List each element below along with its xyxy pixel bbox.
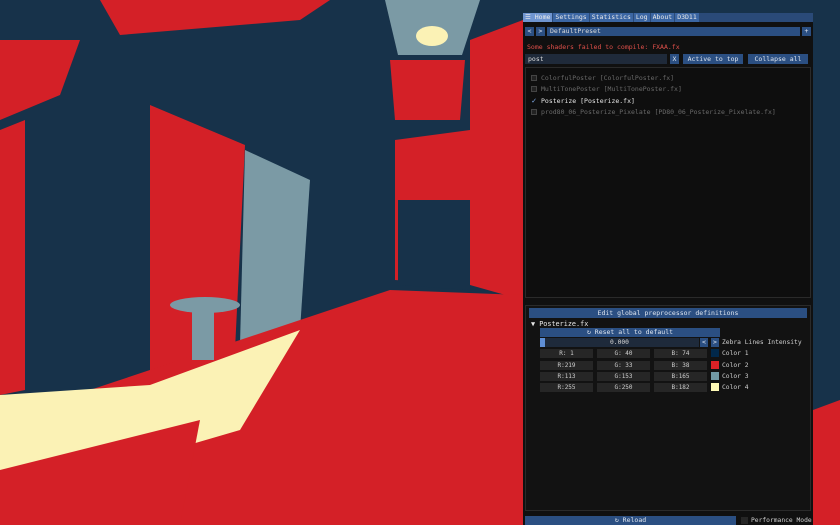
tab-label: Settings: [555, 13, 587, 21]
slider-label: Zebra Lines Intensity: [722, 339, 802, 346]
color-g-field[interactable]: G: 33: [597, 361, 650, 370]
effect-list: ColorfulPoster [ColorfulPoster.fx] Multi…: [525, 67, 811, 298]
tab-label: D3D11: [677, 13, 697, 21]
checkmark-icon[interactable]: ✓: [531, 97, 537, 105]
color-b-field[interactable]: B: 74: [654, 349, 707, 358]
tab-label: About: [652, 13, 673, 21]
effect-item[interactable]: ✓ Posterize [Posterize.fx]: [531, 96, 635, 106]
search-row: post X Active to top Collapse all: [525, 54, 811, 64]
tab-statistics[interactable]: Statistics: [589, 13, 633, 22]
color-label: Color 4: [722, 384, 749, 391]
tab-home[interactable]: ☰ Home: [523, 13, 553, 22]
effect-item[interactable]: prod80_06_Posterize_Pixelate [PD80_06_Po…: [531, 107, 776, 117]
tab-bar: ☰ Home Settings Statistics Log About D3D…: [523, 13, 813, 22]
color-label: Color 2: [722, 362, 749, 369]
reset-label: Reset all to default: [594, 328, 674, 336]
search-input[interactable]: post: [525, 54, 667, 64]
color-b-field[interactable]: B: 38: [654, 361, 707, 370]
effect-item[interactable]: ColorfulPoster [ColorfulPoster.fx]: [531, 73, 674, 83]
effect-section-header[interactable]: ▼ Posterize.fx: [531, 320, 588, 328]
next-preset-button[interactable]: >: [536, 27, 545, 36]
slider-value: 0.000: [610, 339, 629, 346]
reset-icon: ↻: [586, 328, 591, 336]
clear-search-button[interactable]: X: [670, 54, 679, 64]
active-to-top-button[interactable]: Active to top: [683, 54, 743, 64]
preset-row: < > DefaultPreset +: [525, 27, 811, 36]
reset-all-button[interactable]: ↻ Reset all to default: [540, 328, 720, 337]
chevron-down-icon: ▼: [531, 320, 536, 328]
color-label: Color 3: [722, 373, 749, 380]
tab-d3d11[interactable]: D3D11: [675, 13, 699, 22]
performance-mode-checkbox[interactable]: [741, 517, 748, 524]
color-g-field[interactable]: G: 40: [597, 349, 650, 358]
effect-section-title: Posterize.fx: [539, 320, 589, 328]
color-b-field[interactable]: B:165: [654, 372, 707, 381]
color-g-field[interactable]: G:250: [597, 383, 650, 392]
color-swatch[interactable]: [711, 349, 719, 357]
performance-mode-label: Performance Mode: [751, 517, 812, 524]
effect-checkbox[interactable]: [531, 75, 537, 81]
reload-label: Reload: [622, 516, 647, 524]
effect-label: MultiTonePoster [MultiTonePoster.fx]: [541, 85, 682, 93]
tab-log[interactable]: Log: [633, 13, 650, 22]
color-r-field[interactable]: R:113: [540, 372, 593, 381]
tab-settings[interactable]: Settings: [553, 13, 589, 22]
color-r-field[interactable]: R: 1: [540, 349, 593, 358]
color-label: Color 1: [722, 350, 749, 357]
color-swatch[interactable]: [711, 372, 719, 380]
color-g-field[interactable]: G:153: [597, 372, 650, 381]
effect-item[interactable]: MultiTonePoster [MultiTonePoster.fx]: [531, 84, 682, 94]
preset-selector[interactable]: DefaultPreset: [547, 27, 800, 36]
tab-label: Statistics: [591, 13, 631, 21]
effect-checkbox[interactable]: [531, 86, 537, 92]
reload-button[interactable]: ↻ Reload: [525, 516, 736, 525]
effect-label: prod80_06_Posterize_Pixelate [PD80_06_Po…: [541, 108, 776, 116]
color-swatch[interactable]: [711, 361, 719, 369]
zebra-slider[interactable]: 0.000: [540, 338, 699, 347]
edit-preprocessor-button[interactable]: Edit global preprocessor definitions: [529, 308, 807, 318]
color-r-field[interactable]: R:255: [540, 383, 593, 392]
compile-error-text: Some shaders failed to compile: FXAA.fx: [527, 43, 680, 51]
color-b-field[interactable]: B:182: [654, 383, 707, 392]
tab-label: Home: [534, 13, 551, 21]
effect-label: Posterize [Posterize.fx]: [541, 97, 635, 105]
slider-increment-button[interactable]: >: [711, 338, 719, 347]
reload-icon: ↻: [614, 516, 619, 524]
color-swatch[interactable]: [711, 383, 719, 391]
effect-label: ColorfulPoster [ColorfulPoster.fx]: [541, 74, 675, 82]
slider-decrement-button[interactable]: <: [700, 338, 708, 347]
add-preset-button[interactable]: +: [802, 27, 811, 36]
hamburger-icon: ☰: [525, 13, 531, 21]
tab-label: Log: [635, 13, 648, 21]
tab-about[interactable]: About: [650, 13, 675, 22]
prev-preset-button[interactable]: <: [525, 27, 534, 36]
color-r-field[interactable]: R:219: [540, 361, 593, 370]
effect-checkbox[interactable]: [531, 109, 537, 115]
collapse-all-button[interactable]: Collapse all: [748, 54, 808, 64]
